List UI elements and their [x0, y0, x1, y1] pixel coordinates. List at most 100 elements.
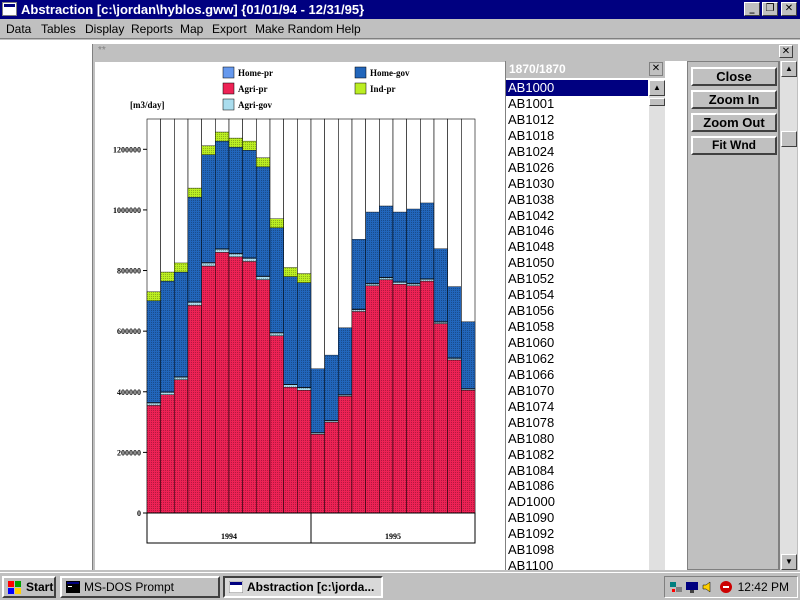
bar-texture	[160, 394, 175, 513]
menu-help[interactable]: Help	[336, 22, 361, 36]
list-item[interactable]: AB1062	[506, 351, 648, 367]
speaker-icon[interactable]	[701, 580, 715, 594]
bar-texture	[188, 302, 202, 306]
list-item[interactable]: AB1090	[506, 510, 648, 526]
list-item[interactable]: AB1066	[506, 367, 648, 383]
list-item[interactable]: AD1000	[506, 494, 648, 510]
bar-texture	[215, 141, 229, 249]
list-item[interactable]: AB1026	[506, 160, 648, 176]
list-header: 1870/1870 ✕	[506, 61, 666, 78]
task-label: Abstraction [c:\jorda...	[247, 580, 375, 594]
list-item[interactable]: AB1086	[506, 478, 648, 494]
menu-make-random[interactable]: Make Random	[255, 22, 333, 36]
menu-data[interactable]: Data	[6, 22, 31, 36]
spacer-panel	[665, 61, 687, 570]
list-item[interactable]: AB1100	[506, 558, 648, 570]
bar-texture	[256, 276, 270, 280]
bar-texture	[338, 327, 352, 395]
zoom-in-button[interactable]: Zoom In	[691, 90, 777, 109]
list-scrollbar[interactable]: ▲	[649, 80, 665, 570]
windows-logo-icon	[8, 581, 21, 594]
list-item[interactable]: AB1018	[506, 128, 648, 144]
list-item[interactable]: AB1078	[506, 415, 648, 431]
window-vertical-scrollbar[interactable]: ▲ ▼	[779, 61, 797, 570]
station-list[interactable]: AB1000 AB1001 AB1012 AB1018 AB1024 AB1026 AB10…	[506, 80, 648, 570]
bar-texture	[379, 277, 393, 280]
list-count-title: 1870/1870	[509, 62, 566, 76]
menu-map[interactable]: Map	[180, 22, 203, 36]
close-window-button[interactable]: ✕	[781, 2, 797, 16]
network-icon[interactable]	[669, 580, 683, 594]
start-button[interactable]: Start	[2, 576, 56, 598]
app-window-icon[interactable]	[2, 2, 17, 16]
list-item[interactable]: AB1050	[506, 255, 648, 271]
legend-swatch	[222, 82, 235, 95]
child-close-button[interactable]: ✕	[779, 45, 793, 58]
fit-window-button[interactable]: Fit Wnd	[691, 136, 777, 155]
list-item[interactable]: AB1038	[506, 192, 648, 208]
list-item[interactable]: AB1052	[506, 271, 648, 287]
menu-export[interactable]: Export	[212, 22, 247, 36]
antivirus-icon[interactable]	[719, 580, 733, 594]
bar-texture	[174, 377, 188, 380]
bar-texture	[201, 265, 216, 513]
legend-swatch	[222, 66, 235, 79]
menu-reports[interactable]: Reports	[131, 22, 173, 36]
list-item[interactable]: AB1074	[506, 399, 648, 415]
list-item[interactable]: AB1046	[506, 223, 648, 239]
list-item[interactable]: AB1030	[506, 176, 648, 192]
bar-texture	[379, 205, 393, 278]
x-group-label: 1994	[221, 532, 237, 541]
legend-label: Agri-pr	[238, 84, 268, 94]
bar-texture	[201, 154, 216, 263]
scroll-up-button[interactable]: ▲	[781, 61, 797, 77]
task-abstraction[interactable]: Abstraction [c:\jorda...	[223, 576, 383, 598]
scroll-down-button[interactable]: ▼	[781, 554, 797, 570]
chart-bars	[146, 118, 476, 514]
list-scroll-thumb[interactable]	[649, 98, 665, 106]
menu-tables[interactable]: Tables	[41, 22, 76, 36]
list-item[interactable]: AB1054	[506, 287, 648, 303]
ms-dos-icon	[66, 581, 80, 593]
bar-texture	[393, 212, 407, 282]
maximize-button[interactable]: ❐	[762, 2, 778, 16]
list-item[interactable]: AB1048	[506, 239, 648, 255]
bar-texture	[297, 273, 311, 283]
app-window-icon	[229, 581, 243, 593]
list-item[interactable]: AB1000	[506, 80, 648, 96]
task-ms-dos-prompt[interactable]: MS-DOS Prompt	[60, 576, 220, 598]
list-item[interactable]: AB1056	[506, 303, 648, 319]
close-button[interactable]: Close	[691, 67, 777, 86]
bar-texture	[147, 291, 161, 301]
bar-texture	[174, 272, 188, 377]
bar-texture	[420, 202, 434, 279]
list-item[interactable]: AB1092	[506, 526, 648, 542]
monitor-icon[interactable]	[685, 580, 699, 594]
list-item[interactable]: AB1012	[506, 112, 648, 128]
list-item[interactable]: AB1080	[506, 431, 648, 447]
bar-texture	[188, 305, 202, 513]
list-item[interactable]: AB1084	[506, 463, 648, 479]
taskbar: Start MS-DOS Prompt Abstraction [c:\jord…	[0, 572, 800, 600]
list-item[interactable]: AB1042	[506, 208, 648, 224]
list-close-button[interactable]: ✕	[649, 62, 663, 76]
minimize-button[interactable]: _	[744, 2, 760, 16]
menu-bar: Data Tables Display Reports Map Export M…	[0, 19, 800, 39]
list-scroll-up-button[interactable]: ▲	[649, 80, 665, 96]
bar-texture	[311, 434, 325, 513]
scroll-thumb[interactable]	[781, 131, 797, 147]
bar-texture	[447, 286, 462, 358]
menu-display[interactable]: Display	[85, 22, 124, 36]
list-item[interactable]: AB1001	[506, 96, 648, 112]
bar-texture	[160, 392, 175, 395]
list-item[interactable]: AB1098	[506, 542, 648, 558]
list-item[interactable]: AB1070	[506, 383, 648, 399]
bar-texture	[434, 322, 448, 324]
zoom-out-button[interactable]: Zoom Out	[691, 113, 777, 132]
list-item[interactable]: AB1024	[506, 144, 648, 160]
bar-texture	[406, 209, 421, 284]
list-item[interactable]: AB1082	[506, 447, 648, 463]
list-item[interactable]: AB1058	[506, 319, 648, 335]
list-item[interactable]: AB1060	[506, 335, 648, 351]
bar-texture	[242, 258, 257, 262]
